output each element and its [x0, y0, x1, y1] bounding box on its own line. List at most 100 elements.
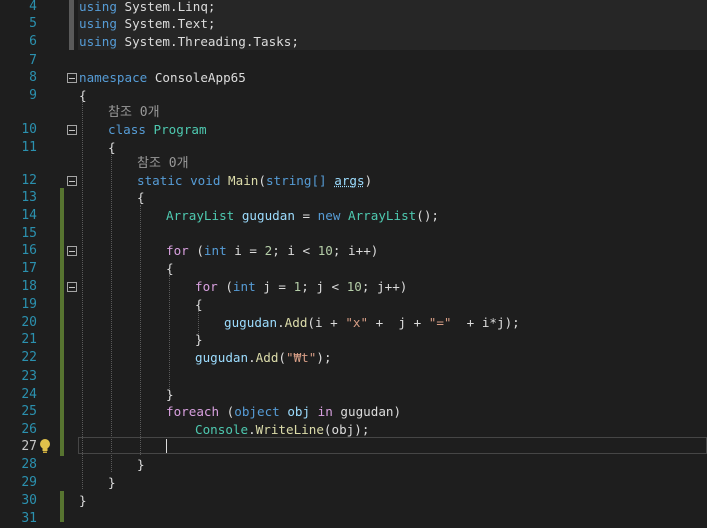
code-editor[interactable]: 4 using System.Linq; 5 using System.Text… [0, 0, 707, 526]
code-line: 30 } [0, 492, 707, 510]
collapse-icon[interactable] [67, 282, 77, 292]
brace: } [108, 475, 116, 490]
code-line: 14 ArrayList gugudan = new ArrayList(); [0, 207, 707, 225]
method-name: Main [228, 173, 259, 188]
keyword: void [190, 173, 221, 188]
code-line: 31 [0, 510, 707, 528]
keyword: namespace [79, 70, 148, 85]
line-number: 23 [21, 369, 37, 384]
code-line: 26 Console.WriteLine(obj); [0, 421, 707, 439]
line-number: 19 [21, 297, 37, 312]
lightbulb-icon[interactable] [37, 438, 53, 454]
code-line: 10 class Program [0, 121, 707, 139]
keyword: object [234, 404, 280, 419]
keyword: foreach [166, 404, 220, 419]
code-line: 19 { [0, 296, 707, 314]
keyword: using [79, 0, 117, 14]
line-number: 20 [21, 315, 37, 330]
line-number: 16 [21, 243, 37, 258]
param-name: args [334, 173, 365, 188]
line-number: 9 [29, 88, 37, 103]
keyword: for [166, 243, 189, 258]
namespace-ref: System.Linq; [124, 0, 216, 14]
collapse-icon[interactable] [67, 125, 77, 135]
keyword: in [317, 404, 333, 419]
line-number: 4 [29, 0, 37, 14]
code-line: 12 static void Main(string[] args) [0, 172, 707, 190]
brace: { [137, 190, 145, 205]
line-number: 24 [21, 387, 37, 402]
line-number: 18 [21, 279, 37, 294]
line-number: 5 [29, 16, 37, 31]
brace: { [195, 297, 203, 312]
codelens-references[interactable]: 참조 0개 [108, 104, 160, 122]
keyword: int [232, 279, 256, 294]
namespace-name: ConsoleApp65 [154, 70, 246, 85]
keyword: for [195, 279, 218, 294]
keyword: using [79, 34, 117, 49]
method-name: Add [255, 350, 279, 365]
line-number: 6 [29, 34, 37, 49]
line-number: 22 [21, 350, 37, 365]
collapse-icon[interactable] [67, 246, 77, 256]
variable: gugudan [195, 350, 249, 365]
code-line-current[interactable]: 27 [0, 438, 707, 456]
line-number: 12 [21, 173, 37, 188]
code-line: 16 for (int i = 2; i < 10; i++) [0, 242, 707, 260]
keyword: new [317, 208, 341, 223]
code-line: 22 gugudan.Add("₩t"); [0, 349, 707, 367]
line-number: 13 [21, 190, 37, 205]
codelens-line: 참조 0개 [0, 155, 707, 173]
brace: { [108, 140, 116, 155]
line-number: 27 [21, 439, 37, 454]
line-number: 30 [21, 493, 37, 508]
class-name: Program [153, 122, 207, 137]
variable: gugudan [241, 208, 295, 223]
variable: gugudan [224, 315, 278, 330]
code-line: 21 } [0, 331, 707, 349]
param-type: string[] [265, 173, 327, 188]
type-name: ArrayList [348, 208, 417, 223]
code-line: 9 { [0, 87, 707, 105]
code-line: 7 [0, 52, 707, 70]
line-number: 26 [21, 422, 37, 437]
code-line: 29 } [0, 474, 707, 492]
line-number: 25 [21, 404, 37, 419]
namespace-ref: System.Text; [124, 16, 216, 31]
code-line: 23 [0, 368, 707, 386]
code-line: 8 namespace ConsoleApp65 [0, 69, 707, 87]
brace: } [195, 332, 203, 347]
line-number: 8 [29, 70, 37, 85]
codelens-references[interactable]: 참조 0개 [137, 155, 189, 173]
brace: { [166, 261, 174, 276]
number: 10 [317, 243, 333, 258]
line-number: 14 [21, 208, 37, 223]
codelens-line: 참조 0개 [0, 104, 707, 122]
code-line: 6 using System.Threading.Tasks; [0, 33, 707, 51]
line-number: 10 [21, 122, 37, 137]
code-line: 4 using System.Linq; [0, 0, 707, 16]
code-line: 20 gugudan.Add(i + "x" + j + "=" + i*j); [0, 314, 707, 332]
brace: } [137, 457, 145, 472]
line-number: 29 [21, 475, 37, 490]
code-line: 25 foreach (object obj in gugudan) [0, 403, 707, 421]
namespace-ref: System.Threading.Tasks; [124, 34, 299, 49]
keyword: int [203, 243, 227, 258]
keyword: class [108, 122, 146, 137]
type-name: ArrayList [166, 208, 235, 223]
string-literal: "=" [428, 315, 452, 330]
line-number: 17 [21, 261, 37, 276]
collapse-icon[interactable] [67, 176, 77, 186]
code-line: 18 for (int j = 1; j < 10; j++) [0, 278, 707, 296]
string-literal: "x" [345, 315, 369, 330]
method-name: WriteLine [255, 422, 324, 437]
code-line: 24 } [0, 386, 707, 404]
line-number: 28 [21, 457, 37, 472]
brace: { [79, 88, 87, 103]
line-number: 15 [21, 226, 37, 241]
brace: } [79, 493, 87, 508]
collapse-icon[interactable] [67, 73, 77, 83]
keyword: static [137, 173, 183, 188]
code-line: 28 } [0, 456, 707, 474]
code-line: 13 { [0, 189, 707, 207]
